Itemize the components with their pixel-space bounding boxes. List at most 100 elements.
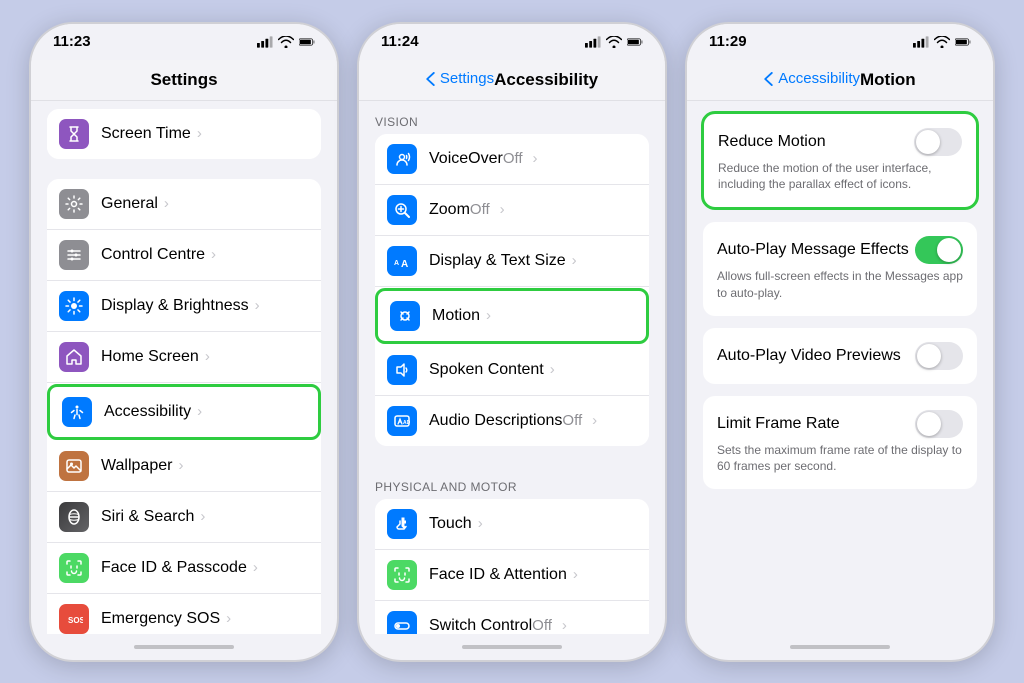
textsize-label: Display & Text Size <box>429 252 566 270</box>
nav-title-row-2: Settings Accessibility <box>373 66 651 92</box>
touch-icon-bg <box>387 509 417 539</box>
siri-chevron: › <box>200 508 205 525</box>
faceid-chevron: › <box>253 559 258 576</box>
back-label-2: Settings <box>440 70 494 87</box>
settings-item-touch[interactable]: Touch › <box>375 499 649 550</box>
voiceover-label: VoiceOver <box>429 150 503 168</box>
reduce-motion-item: Reduce Motion Reduce the motion of the u… <box>704 114 976 208</box>
motion-chevron: › <box>486 307 491 324</box>
voiceover-icon-bg <box>387 144 417 174</box>
homescreen-chevron: › <box>205 348 210 365</box>
page-title-3: Motion <box>860 70 916 90</box>
limit-framerate-toggle[interactable] <box>915 410 963 438</box>
svg-text:AD: AD <box>403 420 411 426</box>
display-label: Display & Brightness <box>101 297 249 315</box>
reduce-motion-toggle[interactable] <box>914 128 962 156</box>
status-icons-1 <box>257 36 315 48</box>
siri-icon-bg <box>59 502 89 532</box>
section-vision: VISION <box>359 101 665 134</box>
gear-icon <box>65 195 83 213</box>
sliders-icon <box>65 246 83 264</box>
back-label-3: Accessibility <box>778 70 860 87</box>
wallpaper-icon-bg <box>59 451 89 481</box>
scroll-area-3: Reduce Motion Reduce the motion of the u… <box>687 101 993 634</box>
siri-icon <box>65 508 83 526</box>
screentime-label: Screen Time <box>101 125 191 143</box>
faceid2-icon-bg <box>387 560 417 590</box>
sos-icon: SOS <box>65 610 83 628</box>
audio-chevron: › <box>592 412 597 429</box>
faceid-label: Face ID & Passcode <box>101 559 247 577</box>
settings-item-spoken[interactable]: Spoken Content › <box>375 345 649 396</box>
settings-item-screentime[interactable]: Screen Time › <box>47 109 321 159</box>
settings-item-display[interactable]: Display & Brightness › <box>47 281 321 332</box>
audio-value: Off <box>562 412 582 429</box>
spoken-chevron: › <box>550 361 555 378</box>
zoom-icon-bg <box>387 195 417 225</box>
settings-item-homescreen[interactable]: Home Screen › <box>47 332 321 383</box>
textsize-chevron: › <box>572 252 577 269</box>
siri-label: Siri & Search <box>101 508 194 526</box>
wifi-icon-3 <box>934 36 950 48</box>
controlcentre-label: Control Centre <box>101 246 205 264</box>
settings-item-audio[interactable]: AD Audio Descriptions Off › <box>375 396 649 446</box>
settings-item-switchcontrol[interactable]: Switch Control Off › <box>375 601 649 634</box>
autoplay-message-item: Auto-Play Message Effects Allows full-sc… <box>703 222 977 316</box>
settings-item-faceid2[interactable]: Face ID & Attention › <box>375 550 649 601</box>
reduce-motion-row: Reduce Motion <box>718 128 962 156</box>
back-button-2[interactable]: Settings <box>426 70 494 87</box>
battery-icon-3 <box>955 36 971 48</box>
textsize-icon: A A <box>393 252 411 270</box>
settings-item-textsize[interactable]: A A Display & Text Size › <box>375 236 649 287</box>
settings-item-faceid[interactable]: Face ID & Passcode › <box>47 543 321 594</box>
home-bar-3 <box>790 645 890 649</box>
display-chevron: › <box>255 297 260 314</box>
motion-icon-bg <box>390 301 420 331</box>
zoom-label: Zoom <box>429 201 470 219</box>
settings-item-controlcentre[interactable]: Control Centre › <box>47 230 321 281</box>
general-icon-bg <box>59 189 89 219</box>
scroll-area-1: Screen Time › General › <box>31 101 337 634</box>
settings-item-wallpaper[interactable]: Wallpaper › <box>47 441 321 492</box>
nav-bar-2: Settings Accessibility <box>359 60 665 101</box>
back-button-3[interactable]: Accessibility <box>764 70 860 87</box>
settings-item-motion[interactable]: Motion › <box>375 288 649 344</box>
faceid2-icon <box>393 566 411 584</box>
limit-framerate-item: Limit Frame Rate Sets the maximum frame … <box>703 396 977 490</box>
touch-label: Touch <box>429 515 472 533</box>
audio-label: Audio Descriptions <box>429 412 562 430</box>
limit-framerate-row: Limit Frame Rate <box>717 410 963 438</box>
motion-icon <box>396 307 414 325</box>
limit-framerate-label: Limit Frame Rate <box>717 415 840 433</box>
sos-chevron: › <box>226 610 231 627</box>
autoplay-video-toggle[interactable] <box>915 342 963 370</box>
faceid-icon <box>65 559 83 577</box>
audio-icon-bg: AD <box>387 406 417 436</box>
settings-item-voiceover[interactable]: VoiceOver Off › <box>375 134 649 185</box>
settings-item-zoom[interactable]: Zoom Off › <box>375 185 649 236</box>
sos-label: Emergency SOS <box>101 610 220 628</box>
autoplay-video-label: Auto-Play Video Previews <box>717 347 901 365</box>
autoplay-message-toggle[interactable] <box>915 236 963 264</box>
wallpaper-label: Wallpaper <box>101 457 172 475</box>
reduce-motion-desc: Reduce the motion of the user interface,… <box>718 160 962 194</box>
switchcontrol-label: Switch Control <box>429 617 532 634</box>
settings-group-main: General › Control Centre › <box>47 179 321 634</box>
touch-chevron: › <box>478 515 483 532</box>
screentime-icon <box>59 119 89 149</box>
settings-item-accessibility[interactable]: Accessibility › <box>47 384 321 440</box>
nav-title-row-1: Settings <box>45 66 323 92</box>
accessibility-label: Accessibility <box>104 403 191 421</box>
autoplay-message-desc: Allows full-screen effects in the Messag… <box>717 268 963 302</box>
nav-bar-1: Settings <box>31 60 337 101</box>
settings-group-physical: Touch › Face ID & Attention › <box>375 499 649 634</box>
settings-item-general[interactable]: General › <box>47 179 321 230</box>
svg-text:A: A <box>401 259 408 270</box>
back-chevron-3 <box>764 72 773 86</box>
limit-framerate-toggle-thumb <box>917 412 941 436</box>
signal-icon-3 <box>913 36 929 48</box>
settings-item-siri[interactable]: Siri & Search › <box>47 492 321 543</box>
signal-icon-2 <box>585 36 601 48</box>
screentime-chevron: › <box>197 125 202 142</box>
settings-item-sos[interactable]: SOS Emergency SOS › <box>47 594 321 634</box>
